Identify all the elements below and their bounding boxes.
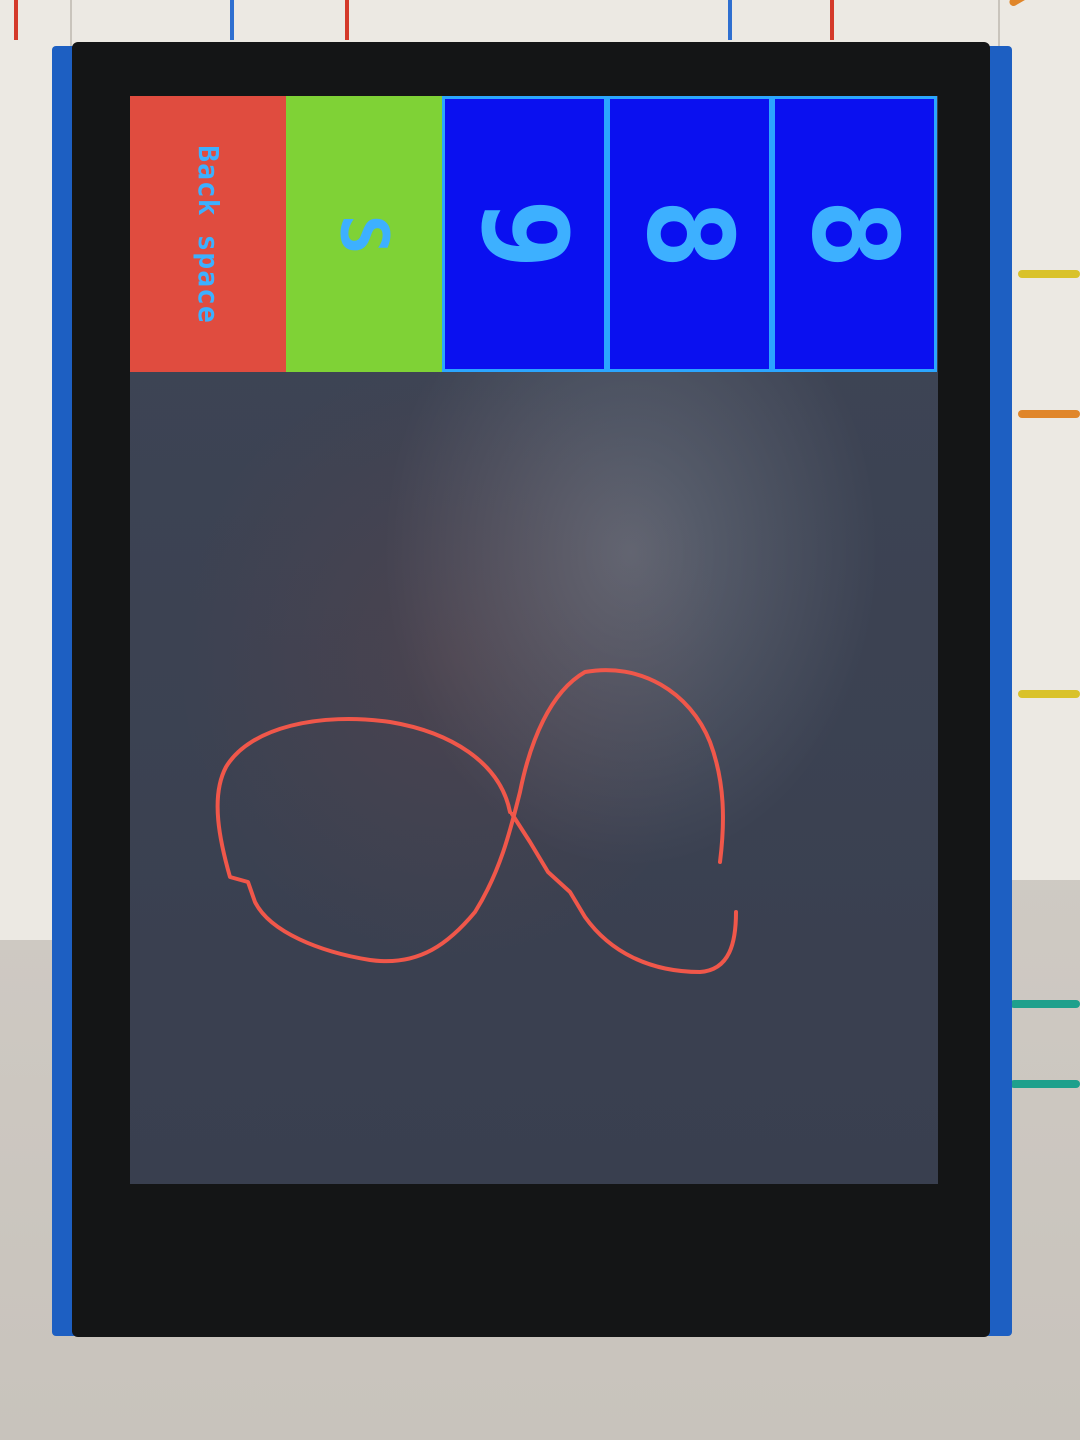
power-rail-red (345, 0, 349, 40)
digit-key-1[interactable]: 9 (442, 96, 607, 372)
teal-wire (1010, 1000, 1080, 1008)
digit-label: 8 (785, 198, 924, 270)
touch-screen: Back space S 9 8 8 (130, 96, 938, 1184)
photo-scene: Back space S 9 8 8 (0, 0, 1080, 1440)
digit-label: 9 (455, 198, 594, 270)
drawing-canvas-svg (215, 668, 738, 974)
digit-key-3[interactable]: 8 (772, 96, 937, 372)
orange-wire (1018, 410, 1080, 418)
submit-button[interactable]: S (286, 96, 442, 372)
drawing-canvas[interactable] (130, 372, 938, 1184)
power-rail-red (830, 0, 834, 40)
submit-label: S (325, 214, 403, 254)
handwritten-stroke (215, 668, 738, 974)
backspace-button[interactable]: Back space (130, 96, 286, 372)
backspace-label: Back space (191, 144, 225, 324)
keypad-row: Back space S 9 8 8 (130, 96, 938, 372)
power-rail-blue (728, 0, 732, 40)
yellow-wire (1018, 270, 1080, 278)
teal-wire (1010, 1080, 1080, 1088)
digit-key-2[interactable]: 8 (607, 96, 772, 372)
power-rail-red (14, 0, 18, 40)
breadboard-top (0, 0, 1080, 46)
yellow-wire (1018, 690, 1080, 698)
power-rail-blue (230, 0, 234, 40)
digit-label: 8 (620, 198, 759, 270)
